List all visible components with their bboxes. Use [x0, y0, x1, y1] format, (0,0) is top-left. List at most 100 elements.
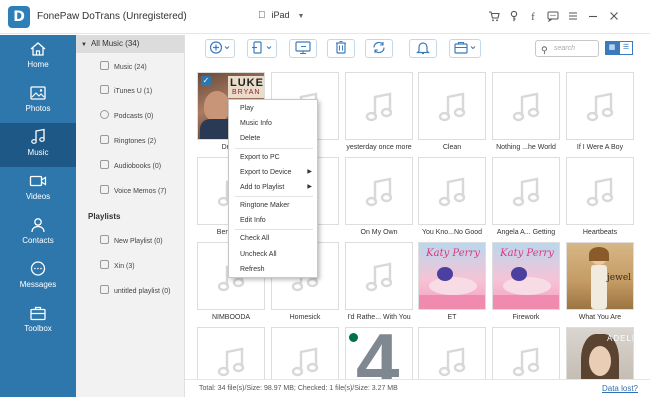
music-tile[interactable]: Katy Perry Firework [492, 242, 560, 323]
category-item-podcasts[interactable]: Podcasts (0) [100, 110, 153, 124]
song-title: On My Own [360, 229, 398, 236]
album-art: 4 [345, 327, 413, 379]
search-input[interactable]: ⚲ search [535, 40, 599, 57]
export-to-pc-icon [295, 41, 311, 55]
data-lost-link[interactable]: Data lost? [602, 384, 638, 393]
music-tile[interactable]: You Kno...No Good [418, 157, 486, 238]
nav-label: Home [27, 60, 49, 69]
apple-icon:  [258, 10, 266, 21]
menu-item-export-to-pc[interactable]: Export to PC [229, 150, 317, 165]
nav-item-photos[interactable]: Photos [0, 79, 76, 123]
category-item-voice-memos[interactable]: Voice Memos (7) [100, 185, 167, 199]
playlist-item-new-playlist[interactable]: New Playlist (0) [100, 235, 163, 249]
nav-label: Music [27, 148, 49, 157]
menu-item-check-all[interactable]: Check All [229, 231, 317, 246]
menu-item-music-info[interactable]: Music Info [229, 116, 317, 131]
playlist-item-untitled[interactable]: untitled playlist (0) [100, 285, 170, 299]
status-bar: Total: 34 file(s)/Size: 98.97 MB; Checke… [185, 379, 650, 397]
add-button[interactable] [205, 39, 235, 58]
menu-item-add-to-playlist[interactable]: Add to Playlist ▶ [229, 180, 317, 195]
nav-item-home[interactable]: Home [0, 35, 76, 79]
menu-icon[interactable] [566, 10, 580, 26]
nav-item-videos[interactable]: Videos [0, 167, 76, 211]
nav-item-contacts[interactable]: Contacts [0, 211, 76, 255]
nav-item-music[interactable]: Music [0, 123, 76, 167]
music-tile[interactable]: If I Were A Boy [566, 72, 634, 153]
music-tile[interactable] [271, 327, 339, 379]
close-icon[interactable] [607, 10, 621, 26]
playlist-item-xin[interactable]: Xin (3) [100, 260, 135, 274]
minimize-icon[interactable] [586, 10, 600, 26]
checkbox-checked-icon[interactable]: ✓ [201, 76, 211, 86]
song-title: Clean [442, 144, 462, 151]
grid-view-icon: ▦ [608, 44, 616, 51]
album-art: ADELE [566, 327, 634, 379]
song-title: Homesick [289, 314, 321, 321]
menu-item-delete[interactable]: Delete [229, 131, 317, 146]
category-item-music[interactable]: Music (24) [100, 61, 147, 75]
menu-separator [235, 148, 313, 149]
cart-icon[interactable] [487, 10, 501, 26]
left-navigation: Home Photos Music Videos Contacts Messag… [0, 35, 76, 397]
add-icon [209, 41, 230, 54]
device-name: iPad [264, 10, 290, 20]
music-tile[interactable]: yesterday once more [345, 72, 413, 153]
menu-item-edit-info[interactable]: Edit Info [229, 213, 317, 228]
music-tile[interactable]: Katy Perry ET [418, 242, 486, 323]
nav-item-messages[interactable]: Messages [0, 255, 76, 299]
search-icon: ⚲ [541, 45, 548, 55]
convert-button[interactable] [365, 39, 393, 58]
ringtone-button[interactable] [409, 39, 437, 58]
music-tile[interactable]: Heartbeats [566, 157, 634, 238]
all-music-header[interactable]: ▼ All Music (34) [76, 35, 184, 53]
toolbox-button[interactable] [449, 39, 481, 58]
song-title: Firework [512, 314, 540, 321]
music-tile[interactable]: Angela A... Getting [492, 157, 560, 238]
album-art [492, 327, 560, 379]
album-art [418, 157, 486, 225]
list-view-icon: ☰ [622, 44, 630, 51]
nav-item-toolbox[interactable]: Toolbox [0, 299, 76, 343]
music-tile[interactable]: I'd Rathe... With You [345, 242, 413, 323]
music-note-icon [512, 92, 540, 122]
toolbar: ⚲ search ▦ ☰ [185, 35, 650, 63]
key-icon[interactable] [507, 10, 521, 26]
music-tile[interactable]: jewel What You Are [566, 242, 634, 323]
category-label: Audiobooks (0) [114, 163, 162, 170]
music-tile[interactable]: Nothing ...he World [492, 72, 560, 153]
menu-item-uncheck-all[interactable]: Uncheck All [229, 247, 317, 262]
category-label: Podcasts (0) [114, 113, 154, 120]
nav-label: Videos [25, 192, 51, 201]
music-note-icon [365, 92, 393, 122]
category-item-ringtones[interactable]: Ringtones (2) [100, 135, 156, 149]
podcast-icon [100, 110, 109, 119]
album-art [492, 157, 560, 225]
menu-item-export-to-device[interactable]: Export to Device ▶ [229, 165, 317, 180]
music-tile[interactable] [197, 327, 265, 379]
menu-item-play[interactable]: Play [229, 101, 317, 116]
menu-item-ringtone-maker[interactable]: Ringtone Maker [229, 198, 317, 213]
album-art [566, 157, 634, 225]
category-item-audiobooks[interactable]: Audiobooks (0) [100, 160, 161, 174]
list-view-button[interactable]: ☰ [619, 41, 633, 55]
music-tile[interactable] [492, 327, 560, 379]
album-art [566, 72, 634, 140]
music-tile[interactable] [418, 327, 486, 379]
delete-button[interactable] [327, 39, 355, 58]
grid-view-button[interactable]: ▦ [605, 41, 619, 55]
feedback-icon[interactable] [546, 10, 560, 26]
menu-item-refresh[interactable]: Refresh [229, 262, 317, 277]
export-to-pc-button[interactable] [289, 39, 317, 58]
facebook-icon[interactable]: f [526, 10, 540, 24]
status-summary: Total: 34 file(s)/Size: 98.97 MB; Checke… [199, 385, 398, 392]
music-tile[interactable]: 4 [345, 327, 413, 379]
category-item-itunes-u[interactable]: iTunes U (1) [100, 85, 152, 99]
ringtone-icon [100, 135, 109, 144]
album-art: jewel [566, 242, 634, 310]
album-art [345, 157, 413, 225]
device-selector[interactable]: iPad ▼ [258, 10, 304, 21]
music-tile[interactable]: On My Own [345, 157, 413, 238]
music-tile[interactable]: Clean [418, 72, 486, 153]
music-tile[interactable]: ADELE [566, 327, 634, 379]
export-to-device-button[interactable] [247, 39, 277, 58]
